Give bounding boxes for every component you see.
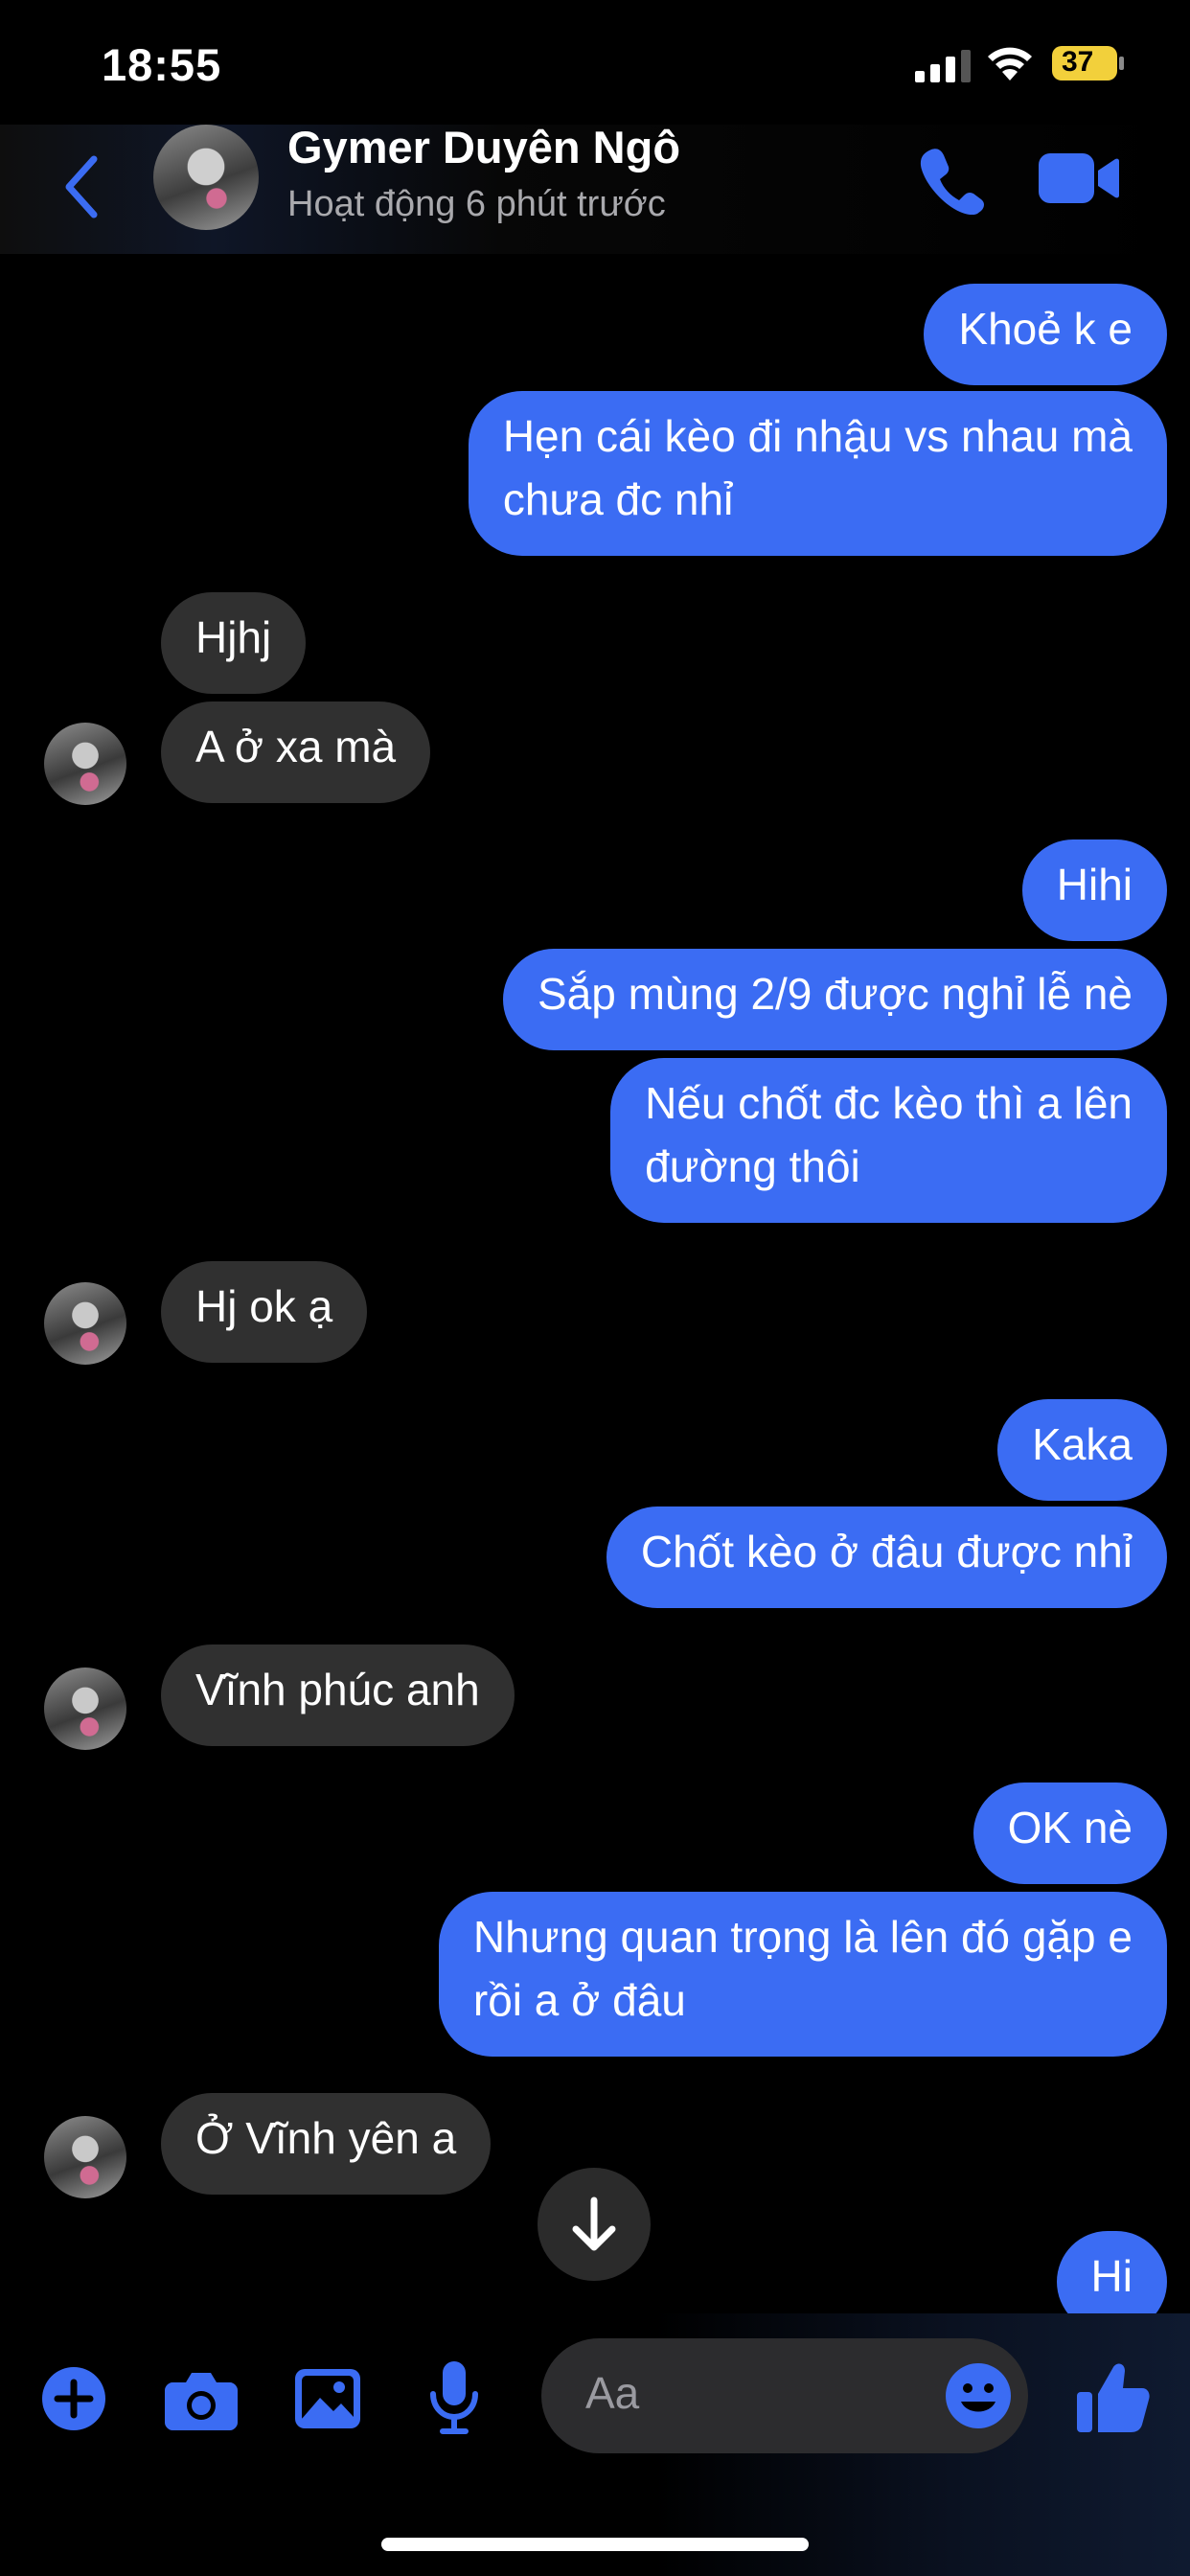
message-input-placeholder: Aa <box>585 2368 640 2418</box>
message-line: Nhưng quan trọng là lên đó gặp e <box>472 1912 1133 1962</box>
conversation-header: Gymer Duyên Ngô Hoạt động 6 phút trước <box>0 122 1190 254</box>
message-incoming[interactable]: Vĩnh phúc anh <box>161 1644 515 1746</box>
message-line: rồi a ở đâu <box>472 1975 686 2025</box>
message-line: đường thôi <box>645 1141 860 1191</box>
phone-icon[interactable] <box>918 146 985 215</box>
emoji-icon[interactable] <box>944 2361 1013 2430</box>
contact-avatar-small[interactable] <box>44 1668 126 1750</box>
scroll-to-bottom-button[interactable] <box>538 2168 651 2281</box>
contact-avatar-small[interactable] <box>44 2116 126 2198</box>
cellular-signal-icon <box>915 50 971 82</box>
video-camera-icon[interactable] <box>1039 151 1119 205</box>
wifi-icon <box>988 47 1032 80</box>
battery-indicator: 37 <box>1052 44 1125 82</box>
message-outgoing[interactable]: OK nè <box>973 1782 1167 1884</box>
image-icon[interactable] <box>295 2369 360 2428</box>
status-time: 18:55 <box>102 39 222 90</box>
plus-icon[interactable] <box>42 2367 105 2430</box>
contact-avatar[interactable] <box>153 125 259 230</box>
status-bar: 18:55 37 <box>0 0 1190 125</box>
message-line: Hẹn cái kèo đi nhậu vs nhau mà <box>502 411 1133 461</box>
message-input[interactable]: Aa <box>541 2338 1028 2453</box>
message-incoming[interactable]: A ở xa mà <box>161 702 431 803</box>
message-line: Nếu chốt đc kèo thì a lên <box>645 1078 1133 1128</box>
contact-avatar-small[interactable] <box>44 1282 126 1365</box>
message-outgoing[interactable]: Sắp mùng 2/9 được nghỉ lễ nè <box>502 949 1167 1050</box>
thumbs-up-icon[interactable] <box>1077 2361 1150 2434</box>
contact-activity-status: Hoạt động 6 phút trước <box>287 184 666 224</box>
message-outgoing[interactable]: Kaka <box>997 1399 1167 1501</box>
microphone-icon[interactable] <box>427 2361 481 2434</box>
message-outgoing[interactable]: Chốt kèo ở đâu được nhỉ <box>606 1506 1167 1608</box>
battery-percent: 37 <box>1062 46 1094 78</box>
back-chevron-icon[interactable] <box>59 151 103 222</box>
contact-name[interactable]: Gymer Duyên Ngô <box>287 121 680 173</box>
composer-bar: Aa <box>0 2313 1190 2576</box>
message-outgoing[interactable]: Hihi <box>1021 840 1167 941</box>
message-outgoing[interactable]: Khoẻ k e <box>924 284 1167 385</box>
message-incoming[interactable]: Ở Vĩnh yên a <box>161 2093 492 2195</box>
message-incoming[interactable]: Hj ok ạ <box>161 1261 368 1363</box>
message-outgoing[interactable]: Hẹn cái kèo đi nhậu vs nhau mà chưa đc n… <box>468 391 1167 556</box>
camera-icon[interactable] <box>165 2369 238 2430</box>
contact-avatar-small[interactable] <box>44 723 126 805</box>
message-line: chưa đc nhỉ <box>502 474 734 524</box>
message-incoming[interactable]: Hjhj <box>161 592 307 694</box>
message-outgoing[interactable]: Nếu chốt đc kèo thì a lên đường thôi <box>610 1058 1167 1223</box>
message-outgoing[interactable]: Nhưng quan trọng là lên đó gặp e rồi a ở… <box>438 1892 1167 2057</box>
scroll-down-arrow-icon <box>572 2196 616 2251</box>
home-indicator[interactable] <box>381 2538 809 2551</box>
